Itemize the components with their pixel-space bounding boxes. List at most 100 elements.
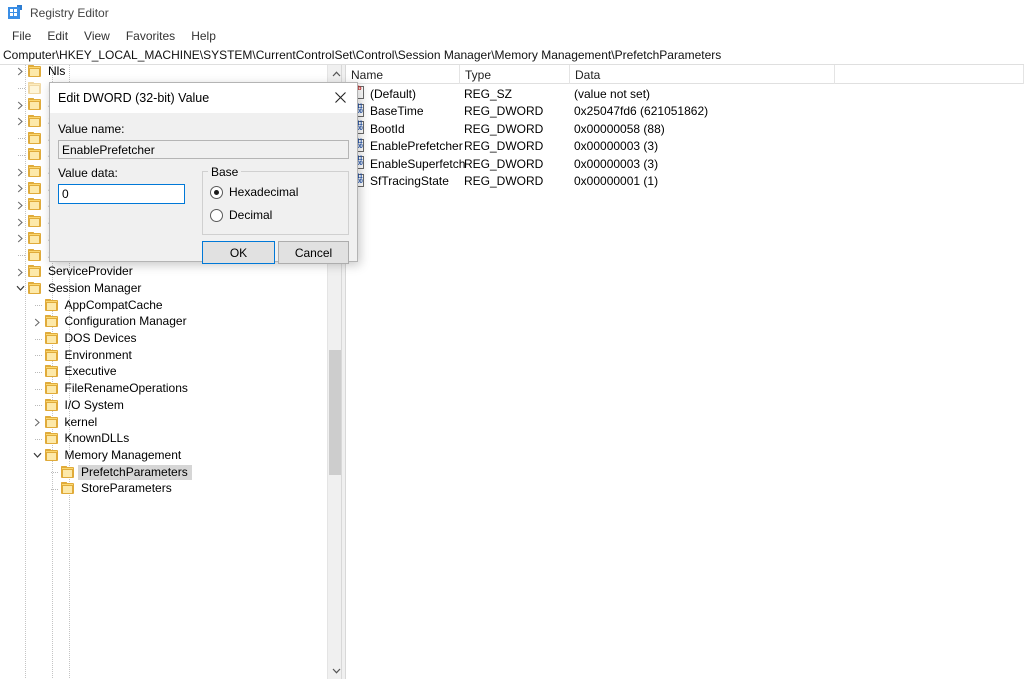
folder-icon: [44, 365, 59, 378]
value-name: BaseTime: [370, 104, 424, 119]
base-option-decimal[interactable]: Decimal: [210, 208, 272, 222]
chevron-right-icon[interactable]: [14, 197, 28, 213]
value-row[interactable]: 011 100 BootId REG_DWORD 0x00000058 (88): [346, 120, 1024, 138]
tree-item[interactable]: PrefetchParameters: [0, 464, 326, 481]
tree-item[interactable]: Memory Management: [0, 447, 326, 464]
folder-icon: [44, 348, 59, 362]
value-name-text: EnablePrefetcher: [62, 142, 155, 157]
cancel-button[interactable]: Cancel: [278, 241, 349, 264]
tree-connector: [31, 331, 45, 347]
value-row[interactable]: 011 100 SfTracingState REG_DWORD 0x00000001 …: [346, 173, 1024, 191]
value-row[interactable]: 011 100 EnableSuperfetch REG_DWORD 0x0000000…: [346, 155, 1024, 173]
folder-icon: [61, 465, 75, 479]
chevron-right-icon[interactable]: [14, 230, 28, 246]
tree-item-label: Environment: [64, 347, 132, 362]
tree-item[interactable]: Environment: [0, 347, 326, 364]
tree-item-label: FileRenameOperations: [64, 381, 188, 396]
radio-selected-icon: [210, 185, 223, 199]
chevron-right-icon[interactable]: [14, 164, 28, 180]
tree-item[interactable]: StoreParameters: [0, 481, 326, 498]
folder-icon: [44, 298, 59, 312]
column-header-data[interactable]: Data: [570, 65, 835, 84]
registry-path: Computer\HKEY_LOCAL_MACHINE\SYSTEM\Curre…: [3, 48, 722, 62]
folder-icon: [44, 332, 59, 345]
ok-button[interactable]: OK: [202, 241, 275, 264]
folder-icon: [28, 98, 42, 111]
title-bar: Registry Editor: [0, 0, 1024, 26]
value-data: 0x00000003 (3): [574, 139, 659, 154]
chevron-right-icon[interactable]: [31, 314, 45, 330]
chevron-right-icon[interactable]: [14, 214, 28, 230]
value-data-input[interactable]: 0: [58, 184, 185, 204]
folder-icon: [28, 231, 42, 245]
base-option-hexadecimal[interactable]: Hexadecimal: [210, 185, 298, 199]
tree-item-label: ServiceProvider: [48, 264, 133, 279]
tree-item[interactable]: FileRenameOperations: [0, 380, 326, 397]
tree-item-label: kernel: [64, 414, 98, 429]
menu-item-view[interactable]: View: [76, 27, 118, 45]
value-data: 0x00000001 (1): [574, 174, 659, 189]
tree-item[interactable]: DOS Devices: [0, 330, 326, 347]
value-row[interactable]: ab (Default) REG_SZ (value not set): [346, 85, 1024, 103]
folder-icon: [28, 148, 42, 161]
tree-connector: [14, 80, 28, 96]
chevron-right-icon[interactable]: [14, 113, 28, 129]
chevron-right-icon[interactable]: [14, 264, 28, 280]
folder-icon: [28, 248, 42, 262]
value-name-label: Value name:: [58, 122, 125, 136]
tree-item[interactable]: KnownDLLs: [0, 430, 326, 447]
value-data: 0x25047fd6 (621051862): [574, 104, 709, 119]
column-header-name[interactable]: Name: [346, 65, 460, 84]
value-name: EnablePrefetcher: [370, 139, 463, 154]
value-data-label: Value data:: [58, 166, 118, 180]
tree-item[interactable]: Nls: [0, 65, 326, 80]
tree-item-label: Configuration Manager: [64, 314, 187, 329]
folder-icon: [28, 114, 42, 128]
value-type: REG_DWORD: [464, 121, 544, 136]
folder-icon: [44, 398, 59, 412]
folder-icon: [28, 215, 42, 228]
tree-connector: [14, 247, 28, 263]
column-header-type[interactable]: Type: [460, 65, 570, 84]
tree-item[interactable]: Configuration Manager: [0, 314, 326, 331]
menu-item-file[interactable]: File: [4, 27, 39, 45]
folder-icon: [44, 432, 59, 445]
chevron-right-icon[interactable]: [14, 97, 28, 113]
column-header-blank[interactable]: [835, 65, 1024, 84]
registry-values-panel: Name Type Data ab (Default) REG_SZ (value not…: [346, 65, 1024, 679]
registry-editor-window: Registry Editor File Edit View Favorites Hel…: [0, 0, 1024, 679]
tree-item-label: Memory Management: [64, 447, 182, 462]
chevron-right-icon[interactable]: [31, 414, 45, 430]
registry-editor-icon: [7, 5, 23, 21]
tree-item[interactable]: ServiceProvider: [0, 263, 326, 280]
tree-item[interactable]: kernel: [0, 414, 326, 431]
chevron-right-icon[interactable]: [14, 65, 28, 79]
tree-item[interactable]: I/O System: [0, 397, 326, 414]
close-icon[interactable]: [323, 83, 357, 112]
chevron-down-icon[interactable]: [14, 280, 28, 296]
value-row[interactable]: 011 100 BaseTime REG_DWORD 0x25047fd6 (62105…: [346, 103, 1024, 121]
value-data: 0x00000058 (88): [574, 121, 665, 136]
menu-item-favorites[interactable]: Favorites: [118, 27, 183, 45]
address-bar[interactable]: Computer\HKEY_LOCAL_MACHINE\SYSTEM\Curre…: [0, 46, 1024, 65]
tree-item-label: Executive: [64, 364, 117, 379]
chevron-right-icon[interactable]: [14, 180, 28, 196]
tree-item-label: KnownDLLs: [64, 431, 130, 446]
menu-bar: File Edit View Favorites Help: [0, 26, 1024, 46]
tree-item[interactable]: AppCompatCache: [0, 297, 326, 314]
tree-connector: [31, 347, 45, 363]
folder-icon: [61, 482, 75, 495]
folder-icon: [28, 81, 42, 95]
chevron-down-icon[interactable]: [31, 447, 45, 463]
menu-item-help[interactable]: Help: [183, 27, 224, 45]
base-option-label: Decimal: [229, 208, 273, 222]
tree-item[interactable]: Executive: [0, 364, 326, 381]
dialog-body: Value name: EnablePrefetcher Value data:…: [50, 113, 357, 264]
value-data: (value not set): [574, 86, 651, 101]
tree-connector: [31, 397, 45, 413]
tree-item[interactable]: Session Manager: [0, 280, 326, 297]
value-row[interactable]: 011 100 EnablePrefetcher REG_DWORD 0x0000000…: [346, 138, 1024, 156]
tree-connector: [31, 364, 45, 380]
menu-item-edit[interactable]: Edit: [39, 27, 76, 45]
tree-connector: [31, 381, 45, 397]
